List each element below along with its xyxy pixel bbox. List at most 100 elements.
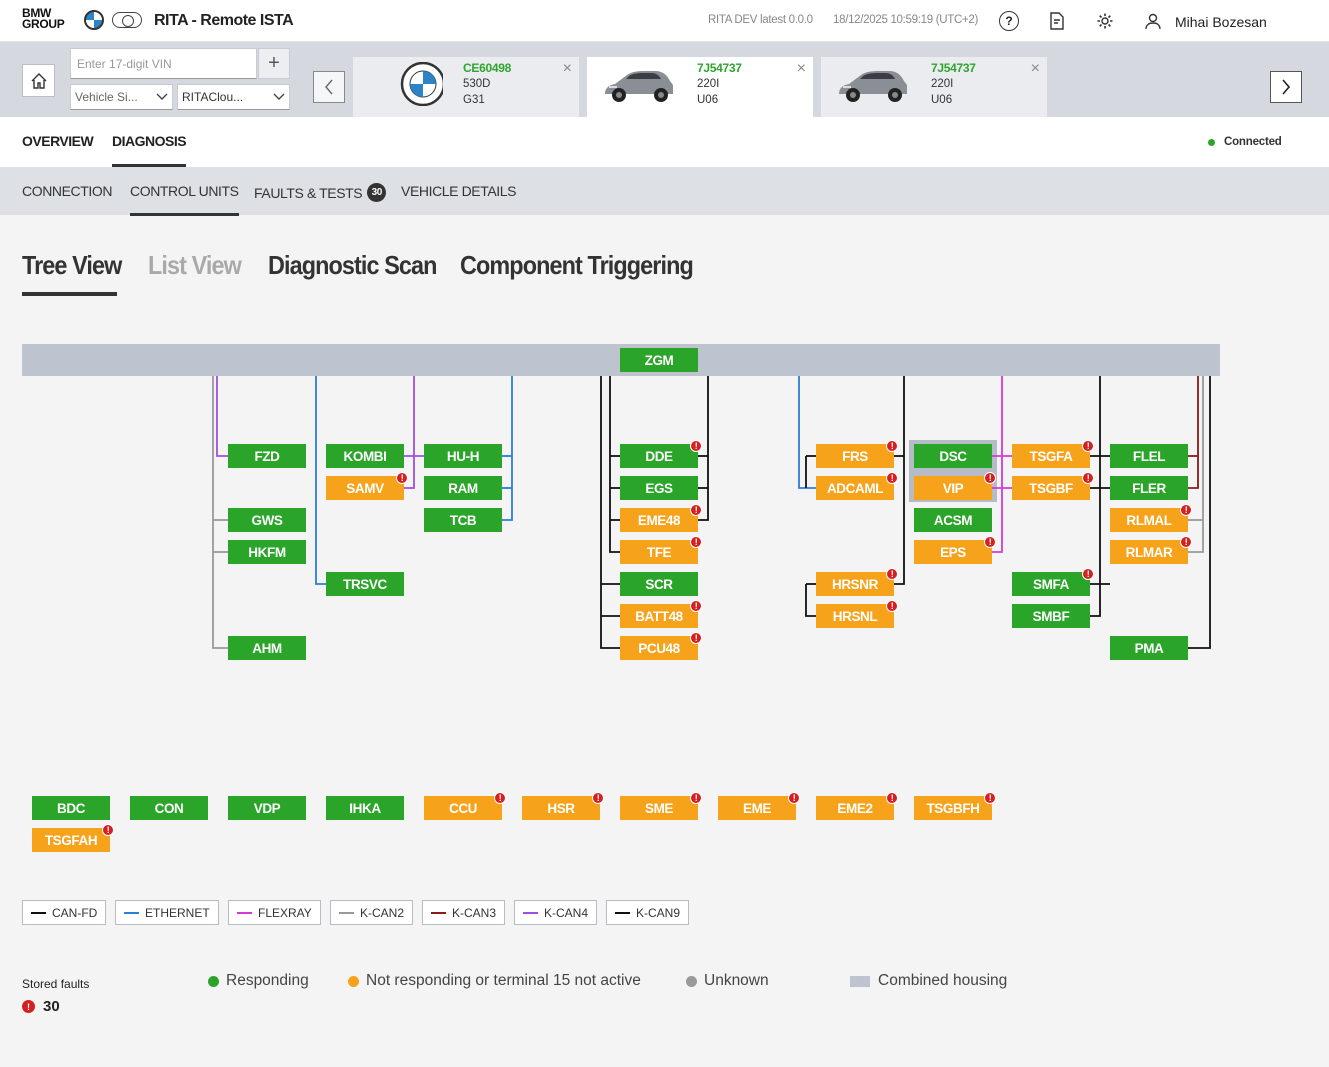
ecu-hsr[interactable]: HSR! (522, 792, 604, 820)
line-swatch-icon (615, 911, 630, 914)
ecu-hu-h[interactable]: HU-H (424, 444, 502, 468)
ecu-eme[interactable]: EME! (718, 792, 800, 820)
vehicle-card[interactable]: 7J54737 220I U06 × (821, 57, 1047, 117)
ecu-gws[interactable]: GWS (228, 508, 306, 532)
ecu-ccu[interactable]: CCU! (424, 792, 506, 820)
fault-icon: ! (1082, 440, 1094, 452)
legend-responding: Responding (208, 972, 309, 990)
ecu-label: VIP (942, 480, 964, 496)
canfd-line (600, 376, 620, 649)
legend-label: Combined housing (878, 972, 1008, 989)
ecu-fzd[interactable]: FZD (228, 444, 306, 468)
ecu-fler[interactable]: FLER (1110, 476, 1188, 500)
tab-vehicle-details[interactable]: VEHICLE DETAILS (401, 183, 517, 199)
line-swatch-icon (31, 911, 46, 914)
tab-control-units[interactable]: CONTROL UNITS (130, 183, 239, 216)
fault-icon: ! (984, 472, 996, 484)
report-icon[interactable] (1047, 11, 1067, 31)
tab-connection[interactable]: CONNECTION (22, 183, 113, 199)
help-icon[interactable]: ? (999, 11, 1019, 31)
vehicle-card-active[interactable]: 7J54737 220I U06 × (587, 57, 813, 117)
ecu-adcaml[interactable]: ADCAML! (816, 472, 898, 500)
ecu-eme2[interactable]: EME2! (816, 792, 898, 820)
legend-not-responding: Not responding or terminal 15 not active (348, 972, 641, 990)
vin-input[interactable] (70, 48, 257, 79)
ecu-ahm[interactable]: AHM (228, 636, 306, 660)
next-vehicle-button[interactable] (1270, 71, 1302, 103)
ecu-tfe[interactable]: TFE! (620, 536, 702, 564)
tab-control-units-label: CONTROL UNITS (130, 183, 239, 199)
ecu-vip[interactable]: VIP! (914, 472, 996, 500)
ecu-vdp[interactable]: VDP (228, 796, 306, 820)
vehicle-card[interactable]: CE60498 530D G31 × (353, 57, 579, 117)
ecu-eme48[interactable]: EME48! (620, 504, 702, 532)
tab-list-view[interactable]: List View (148, 250, 242, 281)
ecu-pma[interactable]: PMA (1110, 636, 1188, 660)
ecu-tsgbf[interactable]: TSGBF! (1012, 472, 1094, 500)
ecu-rlmal[interactable]: RLMAL! (1110, 504, 1192, 532)
chevron-down-icon (273, 93, 285, 100)
ecu-label: SME (644, 800, 674, 816)
ecu-hkfm[interactable]: HKFM (228, 540, 306, 564)
ecu-rlmar[interactable]: RLMAR! (1110, 536, 1192, 564)
tab-faults-tests[interactable]: FAULTS & TESTS 30 (254, 183, 387, 202)
ecu-label: HU-H (446, 448, 480, 464)
cloud-select[interactable]: RITAClou... (177, 84, 290, 110)
canfd-line (805, 584, 816, 617)
gear-icon[interactable] (1095, 11, 1115, 31)
ecu-pcu48[interactable]: PCU48! (620, 632, 702, 660)
ecu-label: TSGBFH (926, 800, 980, 816)
ecu-acsm[interactable]: ACSM (914, 508, 992, 532)
vehicle-series: U06 (931, 94, 953, 106)
kcan3-line (1188, 376, 1199, 489)
ecu-dsc[interactable]: DSC (914, 444, 992, 468)
ecu-smfa[interactable]: SMFA! (1012, 568, 1094, 596)
ecu-kombi[interactable]: KOMBI (326, 444, 404, 468)
ecu-ram[interactable]: RAM (424, 476, 502, 500)
close-icon[interactable]: × (1031, 61, 1040, 77)
ecu-hrsnl[interactable]: HRSNL! (816, 600, 898, 628)
vehicle-source-select[interactable]: Vehicle Si... (70, 84, 173, 110)
ecu-egs[interactable]: EGS (620, 476, 698, 500)
ecu-frs[interactable]: FRS! (816, 440, 898, 468)
tab-component-triggering[interactable]: Component Triggering (460, 250, 694, 281)
ecu-label: BDC (56, 800, 86, 816)
fault-icon: ! (1180, 536, 1192, 548)
fault-icon: ! (886, 472, 898, 484)
ecu-label: TSGFAH (44, 832, 98, 848)
tab-diagnosis[interactable]: DIAGNOSIS (112, 133, 187, 167)
ecu-trsvc[interactable]: TRSVC (326, 572, 404, 596)
fault-icon: ! (592, 792, 604, 804)
ecu-batt48[interactable]: BATT48! (620, 600, 702, 628)
ecu-scr[interactable]: SCR (620, 572, 698, 596)
tab-tree-view[interactable]: Tree View (22, 250, 122, 281)
ecu-samv[interactable]: SAMV! (326, 472, 408, 500)
ecu-tsgfah[interactable]: TSGFAH! (32, 824, 114, 852)
tab-diagnostic-scan[interactable]: Diagnostic Scan (268, 250, 437, 281)
tab-overview[interactable]: OVERVIEW (22, 133, 94, 149)
add-vehicle-button[interactable]: + (258, 48, 290, 79)
ecu-tsgfa[interactable]: TSGFA! (1012, 440, 1094, 468)
ecu-ihka[interactable]: IHKA (326, 796, 404, 820)
prev-vehicle-button[interactable] (313, 71, 345, 103)
ecu-tsgbfh[interactable]: TSGBFH! (914, 792, 996, 820)
ecu-eps[interactable]: EPS! (914, 536, 996, 564)
ecu-con[interactable]: CON (130, 796, 208, 820)
user-icon[interactable] (1143, 11, 1163, 31)
ecu-dde[interactable]: DDE! (620, 440, 702, 468)
top-bar: BMW GROUP RITA - Remote ISTA RITA DEV lat… (0, 0, 1329, 42)
ecu-tcb[interactable]: TCB (424, 508, 502, 532)
close-icon[interactable]: × (563, 61, 572, 77)
bus-legend-flexray: FLEXRAY (228, 900, 321, 925)
ecu-zgm[interactable]: ZGM (620, 348, 698, 372)
car-image (605, 71, 673, 102)
ecu-flel[interactable]: FLEL (1110, 444, 1188, 468)
ecu-smbf[interactable]: SMBF (1012, 604, 1090, 628)
user-name[interactable]: Mihai Bozesan (1175, 14, 1267, 30)
close-icon[interactable]: × (797, 61, 806, 77)
home-button[interactable] (22, 64, 55, 97)
ecu-sme[interactable]: SME! (620, 792, 702, 820)
legend-combined-housing: Combined housing (850, 972, 1007, 990)
ecu-bdc[interactable]: BDC (32, 796, 110, 820)
ecu-hrsnr[interactable]: HRSNR! (816, 568, 898, 596)
